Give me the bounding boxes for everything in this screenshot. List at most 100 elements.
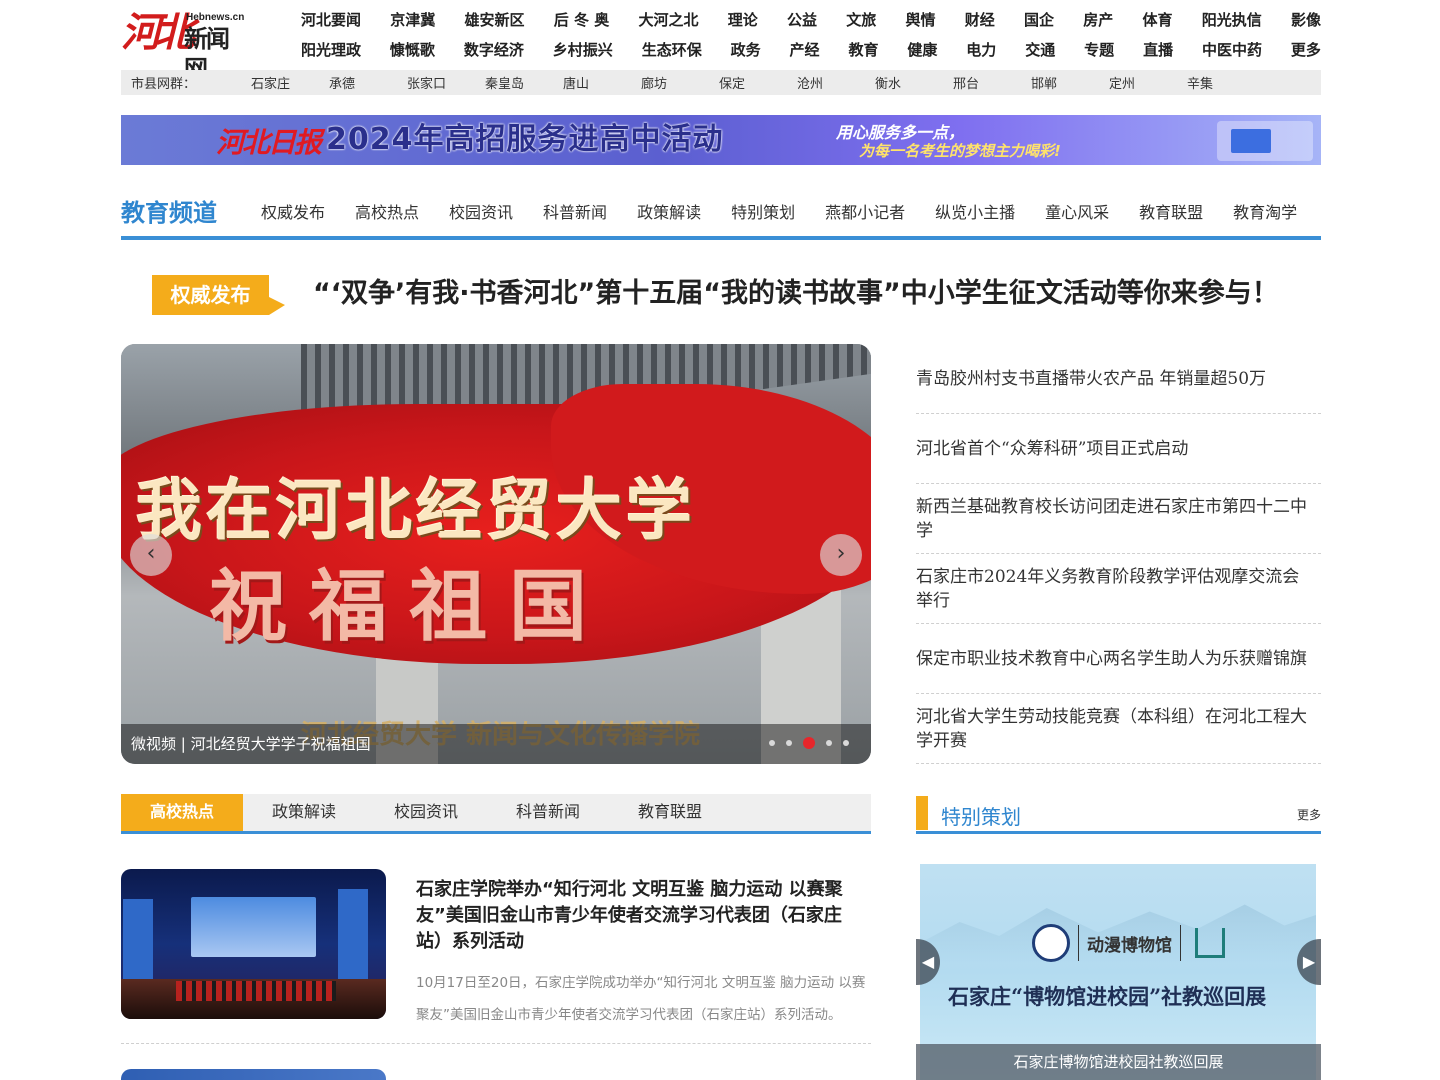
city-link[interactable]: 张家口	[407, 73, 485, 92]
city-link[interactable]: 辛集	[1187, 73, 1265, 92]
top-nav-item[interactable]: 专题	[1084, 36, 1114, 66]
top-nav-item[interactable]: 财经	[965, 6, 995, 36]
channel-item[interactable]: 高校热点	[355, 199, 419, 223]
city-link[interactable]: 衡水	[875, 73, 953, 92]
channel-item[interactable]: 科普新闻	[543, 199, 607, 223]
top-nav-item[interactable]: 河北要闻	[301, 6, 361, 36]
top-nav-item[interactable]: 交通	[1025, 36, 1055, 66]
top-nav-item[interactable]: 影像	[1291, 6, 1321, 36]
logo-divider	[1078, 925, 1079, 961]
channel-item[interactable]: 教育淘学	[1233, 199, 1297, 223]
top-nav-item[interactable]: 房产	[1083, 6, 1113, 36]
top-nav-item[interactable]: 更多	[1291, 36, 1321, 66]
museum-seal-icon	[1032, 924, 1070, 962]
slider-dot[interactable]	[803, 737, 815, 749]
museum-logo-text: 动漫博物馆	[1087, 935, 1172, 956]
city-bar-label: 市县网群：	[131, 77, 197, 92]
slider-next-button[interactable]: ›	[820, 534, 862, 576]
top-nav-item[interactable]: 阳光理政	[301, 36, 361, 66]
top-nav-item[interactable]: 中医中药	[1202, 36, 1262, 66]
news-list: 青岛胶州村支书直播带火农产品 年销量超50万 河北省首个“众筹科研”项目正式启动新…	[916, 344, 1321, 764]
special-more-link[interactable]: 更多	[1297, 806, 1321, 823]
special-section-title[interactable]: 特别策划	[941, 801, 1021, 830]
tab-1[interactable]: 高校热点	[121, 794, 243, 831]
top-nav-item[interactable]: 大河之北	[638, 6, 698, 36]
top-nav-item[interactable]: 体育	[1142, 6, 1172, 36]
top-nav-item[interactable]: 公益	[787, 6, 817, 36]
special-slider[interactable]: 动漫博物馆 石家庄“博物馆进校园”社教巡回展 石家庄博物馆进校园社教巡回展 ◀ …	[916, 864, 1321, 1080]
special-section-header: 特别策划 更多	[916, 794, 1321, 834]
news-list-item[interactable]: 新西兰基础教育校长访问团走进石家庄市第四十二中学	[916, 484, 1321, 554]
top-nav-item[interactable]: 阳光执信	[1202, 6, 1262, 36]
channel-item[interactable]: 政策解读	[637, 199, 701, 223]
logo-mark: 河北	[121, 9, 195, 56]
article-headline[interactable]: 石家庄学院举办“知行河北 文明互鉴 脑力运动 以赛聚友”美国旧金山市青少年使者交…	[416, 877, 856, 955]
channel-item[interactable]: 纵览小主播	[935, 199, 1015, 223]
tab-5[interactable]: 教育联盟	[609, 794, 731, 831]
slider-dot[interactable]	[786, 740, 792, 746]
thumb-performers	[176, 981, 336, 1001]
top-nav-item[interactable]: 健康	[907, 36, 937, 66]
channel-item[interactable]: 童心风采	[1045, 199, 1109, 223]
top-nav-item[interactable]: 京津冀	[390, 6, 435, 36]
article-thumbnail[interactable]	[121, 869, 386, 1019]
logo-en: Hebnews.cn	[186, 12, 245, 23]
top-nav-item[interactable]: 生态环保	[642, 36, 702, 66]
thumb-screen	[191, 897, 316, 957]
news-list-item[interactable]: 保定市职业技术教育中心两名学生助人为乐获赠锦旗	[916, 624, 1321, 694]
city-link[interactable]: 定州	[1109, 73, 1187, 92]
news-list-item[interactable]: 青岛胶州村支书直播带火农产品 年销量超50万	[916, 344, 1321, 414]
city-link[interactable]: 唐山	[563, 73, 641, 92]
city-link[interactable]: 承德	[329, 73, 407, 92]
top-nav-item[interactable]: 产经	[790, 36, 820, 66]
city-link[interactable]: 邢台	[953, 73, 1031, 92]
news-list-item[interactable]: 石家庄市2024年义务教育阶段教学评估观摩交流会举行	[916, 554, 1321, 624]
headline-badge: 权威发布	[152, 275, 285, 315]
tab-2[interactable]: 政策解读	[243, 794, 365, 831]
channel-title[interactable]: 教育频道	[121, 193, 217, 228]
top-nav-item[interactable]: 文旅	[846, 6, 876, 36]
slider-prev-button[interactable]: ‹	[130, 534, 172, 576]
tab-4[interactable]: 科普新闻	[487, 794, 609, 831]
slider-dot[interactable]	[769, 740, 775, 746]
slider-dot[interactable]	[826, 740, 832, 746]
top-nav-item[interactable]: 国企	[1024, 6, 1054, 36]
top-nav-item[interactable]: 数字经济	[464, 36, 524, 66]
top-nav-item[interactable]: 直播	[1143, 36, 1173, 66]
channel-item[interactable]: 燕都小记者	[825, 199, 905, 223]
slider-dot[interactable]	[843, 740, 849, 746]
top-nav-item[interactable]: 舆情	[905, 6, 935, 36]
top-nav-item[interactable]: 后 冬 奥	[554, 6, 609, 36]
city-link[interactable]: 保定	[719, 73, 797, 92]
article-card[interactable]: 石家庄学院举办“知行河北 文明互鉴 脑力运动 以赛聚友”美国旧金山市青少年使者交…	[121, 869, 871, 1044]
top-nav-item[interactable]: 理论	[728, 6, 758, 36]
top-nav-item[interactable]: 慷慨歌	[390, 36, 435, 66]
ad-banner[interactable]: 河北日报 2024年高招服务进高中活动 用心服务多一点， 为每一名考生的梦想主力…	[121, 115, 1321, 165]
top-nav-item[interactable]: 雄安新区	[465, 6, 525, 36]
city-link[interactable]: 廊坊	[641, 73, 719, 92]
special-slide-title: 石家庄“博物馆进校园”社教巡回展	[948, 984, 1267, 1009]
channel-item[interactable]: 教育联盟	[1139, 199, 1203, 223]
city-link[interactable]: 沧州	[797, 73, 875, 92]
slide-text-line-1: 我在河北经贸大学	[136, 471, 696, 549]
city-link[interactable]: 石家庄	[251, 73, 329, 92]
top-nav-item[interactable]: 政务	[731, 36, 761, 66]
tab-3[interactable]: 校园资讯	[365, 794, 487, 831]
headline-link[interactable]: “‘双争’有我·书香河北”第十五届“我的读书故事”中小学生征文活动等你来参与！	[313, 274, 1279, 314]
channel-item[interactable]: 特别策划	[731, 199, 795, 223]
news-list-item[interactable]: 河北省大学生劳动技能竞赛（本科组）在河北工程大学开赛	[916, 694, 1321, 764]
city-bar: 市县网群： 石家庄 承德 张家口 秦皇岛 唐山 廊坊 保定 沧州 衡水 邢台 邯郸 定州 辛集	[121, 70, 1321, 95]
city-link[interactable]: 邯郸	[1031, 73, 1109, 92]
channel-item[interactable]: 校园资讯	[449, 199, 513, 223]
top-nav-item[interactable]: 乡村振兴	[553, 36, 613, 66]
article-thumbnail-next[interactable]	[121, 1069, 386, 1080]
channel-item[interactable]: 权威发布	[261, 199, 325, 223]
image-slider[interactable]: 我在河北经贸大学 祝福祖国 河北经贸大学 新闻与文化传播学院 微视频 | 河北经…	[121, 344, 871, 764]
top-nav-item[interactable]: 电力	[966, 36, 996, 66]
site-logo[interactable]: 河北 Hebnews.cn 新闻网	[121, 8, 246, 84]
city-link[interactable]: 秦皇岛	[485, 73, 563, 92]
top-nav-item[interactable]: 教育	[848, 36, 878, 66]
special-slide-caption[interactable]: 石家庄博物馆进校园社教巡回展	[916, 1044, 1321, 1080]
news-list-item[interactable]: 河北省首个“众筹科研”项目正式启动	[916, 414, 1321, 484]
thumb-banner-left	[123, 899, 153, 979]
